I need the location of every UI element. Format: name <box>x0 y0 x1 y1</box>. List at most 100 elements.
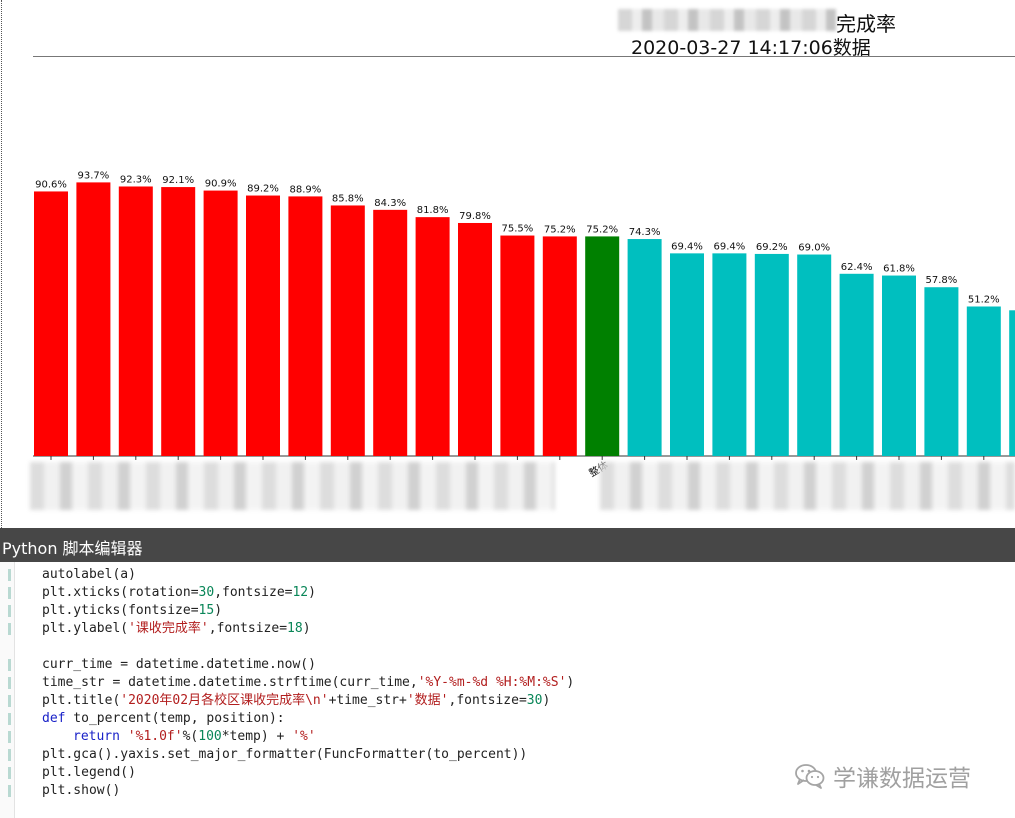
bar <box>34 191 68 456</box>
code-line[interactable]: def to_percent(temp, position): <box>42 710 574 728</box>
bar-value-label: 69.4% <box>671 241 703 252</box>
code-line[interactable]: plt.xticks(rotation=30,fontsize=12) <box>42 584 574 602</box>
gutter-change-marker <box>8 605 11 617</box>
code-token-string: '2020年02月各校区课收完成率\n' <box>120 693 329 708</box>
bar-value-label: 69.4% <box>714 241 746 252</box>
bar <box>373 209 408 456</box>
code-token-string: '%1.0f' <box>127 729 183 744</box>
chart-output-panel: 完成率 2020-03-27 14:17:06数据 90.6% 93.7% 92.3… <box>0 0 1015 528</box>
code-line[interactable]: time_str = datetime.datetime.strftime(cu… <box>42 674 574 692</box>
code-line[interactable]: autolabel(a) <box>42 566 574 584</box>
bar-value-label: 85.8% <box>332 193 364 204</box>
x-tick-labels-redacted-blur <box>30 462 555 510</box>
code-token-plain: +time_str+ <box>328 693 407 708</box>
code-token-number: 15 <box>198 603 215 618</box>
code-token-plain: %( <box>182 729 199 744</box>
editor-gutter <box>0 562 15 818</box>
bar <box>585 236 620 456</box>
gutter-change-marker <box>8 767 11 779</box>
code-token-number: 30 <box>526 693 543 708</box>
code-line[interactable]: plt.title('2020年02月各校区课收完成率\n'+time_str+… <box>42 692 574 710</box>
code-token-keyword: def <box>42 711 66 726</box>
gutter-change-marker <box>8 587 11 599</box>
code-line[interactable]: plt.yticks(fontsize=15) <box>42 602 574 620</box>
code-token-string: '课收完成率' <box>128 621 209 636</box>
code-line[interactable]: plt.legend() <box>42 764 574 782</box>
bar-value-label: 88.9% <box>290 184 322 195</box>
code-line[interactable]: plt.ylabel('课收完成率',fontsize=18) <box>42 620 574 638</box>
bar <box>797 254 832 456</box>
gutter-change-marker <box>8 785 11 797</box>
code-token-number: 30 <box>198 585 215 600</box>
bar-value-label: 75.5% <box>502 224 534 235</box>
bar <box>203 190 238 456</box>
bar-value-label: 89.2% <box>247 184 279 195</box>
code-token-plain: plt.ylabel( <box>42 621 129 636</box>
code-lines[interactable]: autolabel(a) plt.xticks(rotation=30,fonts… <box>42 566 574 800</box>
code-token-plain: plt.yticks(fontsize= <box>42 603 199 618</box>
code-line[interactable]: curr_time = datetime.datetime.now() <box>42 656 574 674</box>
gutter-change-marker <box>8 749 11 761</box>
watermark: 学谦数据运营 <box>795 756 971 796</box>
code-line[interactable]: plt.gca().yaxis.set_major_formatter(Func… <box>42 746 574 764</box>
bar-value-label: 90.6% <box>35 179 67 190</box>
bar-value-label: 84.3% <box>374 198 406 209</box>
bar <box>330 205 365 456</box>
gutter-change-marker <box>8 731 11 743</box>
code-token-plain: ) <box>542 693 551 708</box>
bar-value-label: 62.4% <box>841 262 873 273</box>
bar <box>882 275 916 456</box>
code-token-plain: ,fontsize= <box>208 621 288 636</box>
code-token-number: 100 <box>198 729 222 744</box>
bar <box>500 235 535 456</box>
gutter-change-marker <box>8 569 11 581</box>
bar <box>1009 310 1015 456</box>
watermark-text: 学谦数据运营 <box>833 766 971 792</box>
bar-value-label: 79.8% <box>459 211 491 222</box>
gutter-change-marker <box>8 677 11 689</box>
code-token-plain: *temp) + <box>221 729 293 744</box>
code-line[interactable]: plt.show() <box>42 782 574 800</box>
code-line[interactable]: return '%1.0f'%(100*temp) + '%' <box>42 728 574 746</box>
code-token-string: '%' <box>292 729 316 744</box>
bar <box>415 217 450 456</box>
bar <box>288 196 323 457</box>
gutter-change-marker <box>8 695 11 707</box>
bar <box>670 253 704 456</box>
gutter-change-marker <box>8 659 11 671</box>
bar-value-label: 51.2% <box>968 294 1000 305</box>
code-token-plain: ) <box>302 621 311 636</box>
code-token-plain: plt.title( <box>42 693 121 708</box>
code-token-plain: time_str = datetime.datetime.strftime(cu… <box>42 675 418 690</box>
bar-value-label: 75.2% <box>544 224 576 235</box>
bar <box>246 195 280 456</box>
code-token-plain: plt.gca().yaxis.set_major_formatter(Func… <box>42 747 528 762</box>
editor-header-bar: Python 脚本编辑器 <box>0 528 1015 562</box>
bar <box>458 222 492 456</box>
gutter-change-marker <box>8 713 11 725</box>
bar <box>924 287 959 456</box>
bar <box>161 187 196 456</box>
code-token-number: 12 <box>292 585 309 600</box>
code-line[interactable] <box>42 638 574 656</box>
wechat-icon <box>795 764 825 789</box>
code-token-plain: curr_time = datetime.datetime.now() <box>42 657 316 672</box>
bar-value-label: 92.1% <box>162 175 194 186</box>
code-token-string: '%Y-%m-%d %H:%M:%S' <box>417 675 567 690</box>
bar-value-label: 61.8% <box>883 264 915 275</box>
editor-title: Python 脚本编辑器 <box>2 539 143 558</box>
bar <box>76 182 111 456</box>
code-token-plain: ) <box>308 585 316 600</box>
x-tick-labels-redacted-blur <box>600 462 1015 510</box>
code-token-plain: plt.xticks(rotation= <box>42 585 199 600</box>
bar-value-label: 74.3% <box>629 227 661 238</box>
bar <box>966 306 1001 456</box>
gutter-change-marker <box>8 623 11 635</box>
bar-value-label: 57.8% <box>926 275 958 286</box>
screenshot-root: 完成率 2020-03-27 14:17:06数据 90.6% 93.7% 92.3… <box>0 0 1015 818</box>
bar <box>712 253 747 456</box>
bar-value-label: 93.7% <box>78 170 110 181</box>
code-token-plain: ,fontsize= <box>214 585 293 600</box>
bar <box>118 186 153 456</box>
